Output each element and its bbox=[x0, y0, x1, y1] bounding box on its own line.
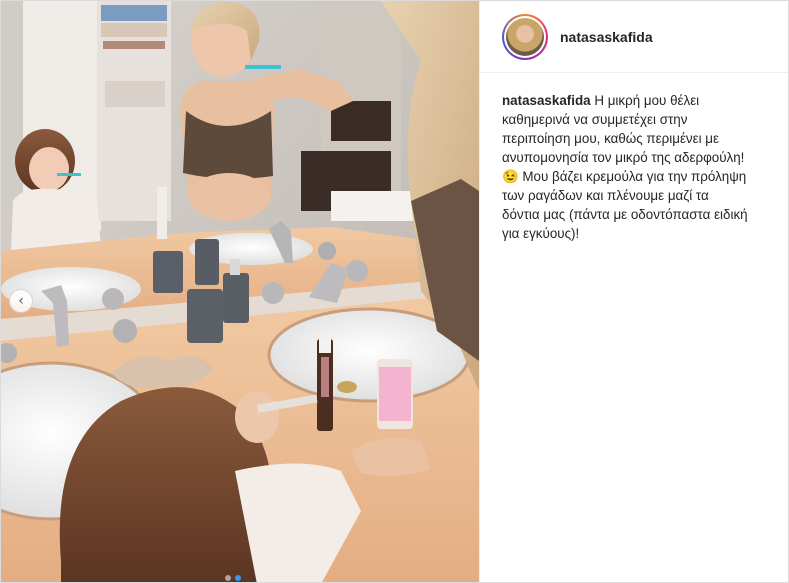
caption-line: καθημερινά να συμμετέχει στην bbox=[502, 112, 688, 127]
avatar-border bbox=[504, 15, 546, 58]
carousel-dot-active bbox=[235, 575, 241, 581]
caption-line: για εγκύους)! bbox=[502, 226, 580, 241]
chevron-left-icon: ‹ bbox=[18, 293, 24, 309]
post-header: natasaskafida bbox=[480, 1, 788, 73]
caption-line: Η μικρή μου θέλει bbox=[594, 93, 700, 108]
carousel-dot bbox=[225, 575, 231, 581]
carousel-prev-button[interactable]: ‹ bbox=[9, 289, 33, 313]
author-username[interactable]: natasaskafida bbox=[560, 29, 653, 45]
post-sidebar: natasaskafida natasaskafida Η μικρή μου … bbox=[479, 1, 788, 582]
post-caption: natasaskafida Η μικρή μου θέλει καθημερι… bbox=[480, 73, 780, 243]
story-ring[interactable] bbox=[502, 13, 548, 60]
instagram-post: ‹ natasaskafida natasaskafida Η μικρή μο… bbox=[0, 0, 789, 583]
caption-line: ανυπομονησία τον μικρό της αδερφούλη! bbox=[502, 150, 745, 165]
bathroom-mirror-photo bbox=[1, 1, 479, 582]
caption-line: των ραγάδων και πλένουμε μαζί τα bbox=[502, 188, 709, 203]
caption-username[interactable]: natasaskafida bbox=[502, 93, 591, 108]
caption-line: δόντια μας (πάντα με οδοντόπαστα ειδική bbox=[502, 207, 748, 222]
caption-line: 😉 Μου βάζει κρεμούλα για την πρόληψη bbox=[502, 169, 747, 184]
post-photo[interactable]: ‹ bbox=[1, 1, 479, 582]
carousel-indicator bbox=[225, 575, 241, 581]
avatar bbox=[506, 17, 544, 56]
caption-line: περιποίηση μου, καθώς περιμένει με bbox=[502, 131, 719, 146]
